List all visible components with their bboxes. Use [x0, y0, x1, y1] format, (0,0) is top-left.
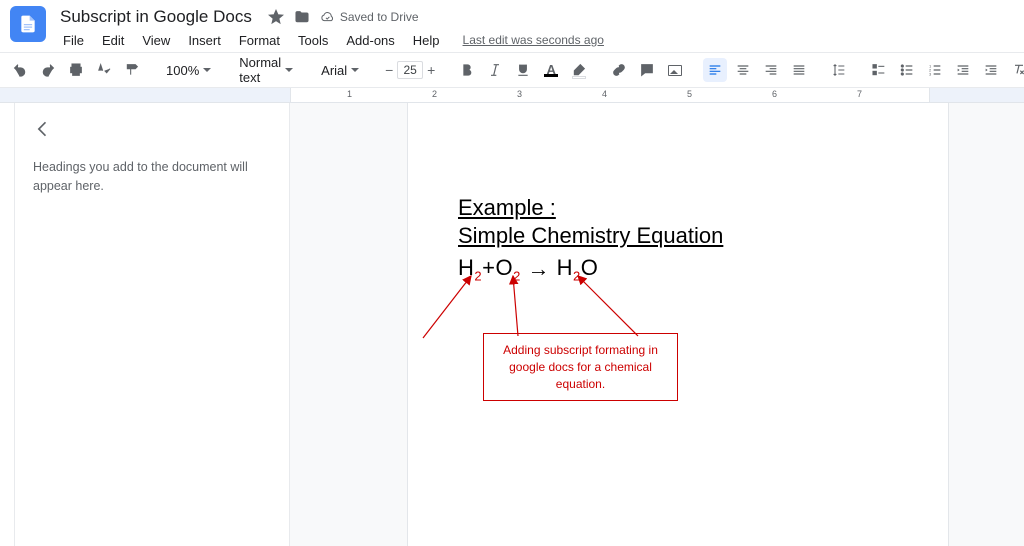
align-right-button[interactable]: [759, 58, 783, 82]
menu-view[interactable]: View: [133, 31, 179, 50]
vertical-ruler[interactable]: [0, 103, 15, 546]
chevron-down-icon: [351, 68, 359, 72]
print-button[interactable]: [64, 58, 88, 82]
outline-back-icon[interactable]: [33, 119, 271, 142]
font-size-input[interactable]: 25: [397, 61, 423, 79]
insert-image-button[interactable]: [663, 58, 687, 82]
saved-status-label: Saved to Drive: [340, 10, 419, 24]
highlight-color-button[interactable]: [567, 58, 591, 82]
redo-button[interactable]: [36, 58, 60, 82]
font-size-decrease[interactable]: −: [381, 62, 397, 78]
docs-product-icon[interactable]: [10, 6, 46, 42]
menu-edit[interactable]: Edit: [93, 31, 133, 50]
chevron-down-icon: [203, 68, 211, 72]
last-edit-link[interactable]: Last edit was seconds ago: [463, 33, 604, 47]
menu-bar: File Edit View Insert Format Tools Add-o…: [54, 28, 1014, 52]
menu-file[interactable]: File: [54, 31, 93, 50]
clear-formatting-button[interactable]: [1007, 58, 1024, 82]
saved-status[interactable]: Saved to Drive: [320, 10, 419, 25]
text-line-2[interactable]: Simple Chemistry Equation: [458, 223, 723, 248]
annotation-callout[interactable]: Adding subscript formating in google doc…: [483, 333, 678, 401]
svg-text:3: 3: [929, 71, 932, 76]
bulleted-list-button[interactable]: [895, 58, 919, 82]
menu-format[interactable]: Format: [230, 31, 289, 50]
spellcheck-button[interactable]: [92, 58, 116, 82]
decrease-indent-button[interactable]: [951, 58, 975, 82]
bold-button[interactable]: [455, 58, 479, 82]
text-line-1[interactable]: Example :: [458, 195, 556, 220]
menu-help[interactable]: Help: [404, 31, 449, 50]
underline-button[interactable]: [511, 58, 535, 82]
insert-link-button[interactable]: [607, 58, 631, 82]
menu-insert[interactable]: Insert: [179, 31, 230, 50]
zoom-dropdown[interactable]: 100%: [160, 58, 217, 82]
document-title[interactable]: Subscript in Google Docs: [54, 5, 258, 29]
text-color-button[interactable]: A: [539, 58, 563, 82]
paragraph-style-dropdown[interactable]: Normal text: [233, 58, 299, 82]
outline-placeholder: Headings you add to the document will ap…: [33, 158, 263, 196]
menu-tools[interactable]: Tools: [289, 31, 337, 50]
app-header: Subscript in Google Docs Saved to Drive …: [0, 0, 1024, 52]
align-justify-button[interactable]: [787, 58, 811, 82]
star-icon[interactable]: [268, 9, 284, 25]
page[interactable]: Example : Simple Chemistry Equation H2+O…: [408, 103, 948, 546]
align-center-button[interactable]: [731, 58, 755, 82]
move-icon[interactable]: [294, 9, 310, 25]
checklist-button[interactable]: [867, 58, 891, 82]
chevron-down-icon: [285, 68, 293, 72]
undo-button[interactable]: [8, 58, 32, 82]
toolbar: 100% Normal text Arial − 25 + A 123: [0, 52, 1024, 88]
paint-format-button[interactable]: [120, 58, 144, 82]
increase-indent-button[interactable]: [979, 58, 1003, 82]
align-left-button[interactable]: [703, 58, 727, 82]
horizontal-ruler[interactable]: 1 2 3 4 5 6 7: [0, 88, 1024, 103]
image-icon: [668, 65, 682, 76]
line-spacing-button[interactable]: [827, 58, 851, 82]
editor-canvas[interactable]: Example : Simple Chemistry Equation H2+O…: [290, 103, 1024, 546]
font-size-increase[interactable]: +: [423, 62, 439, 78]
italic-button[interactable]: [483, 58, 507, 82]
insert-comment-button[interactable]: [635, 58, 659, 82]
numbered-list-button[interactable]: 123: [923, 58, 947, 82]
menu-addons[interactable]: Add-ons: [337, 31, 403, 50]
document-outline: Headings you add to the document will ap…: [15, 103, 290, 546]
font-dropdown[interactable]: Arial: [315, 58, 365, 82]
